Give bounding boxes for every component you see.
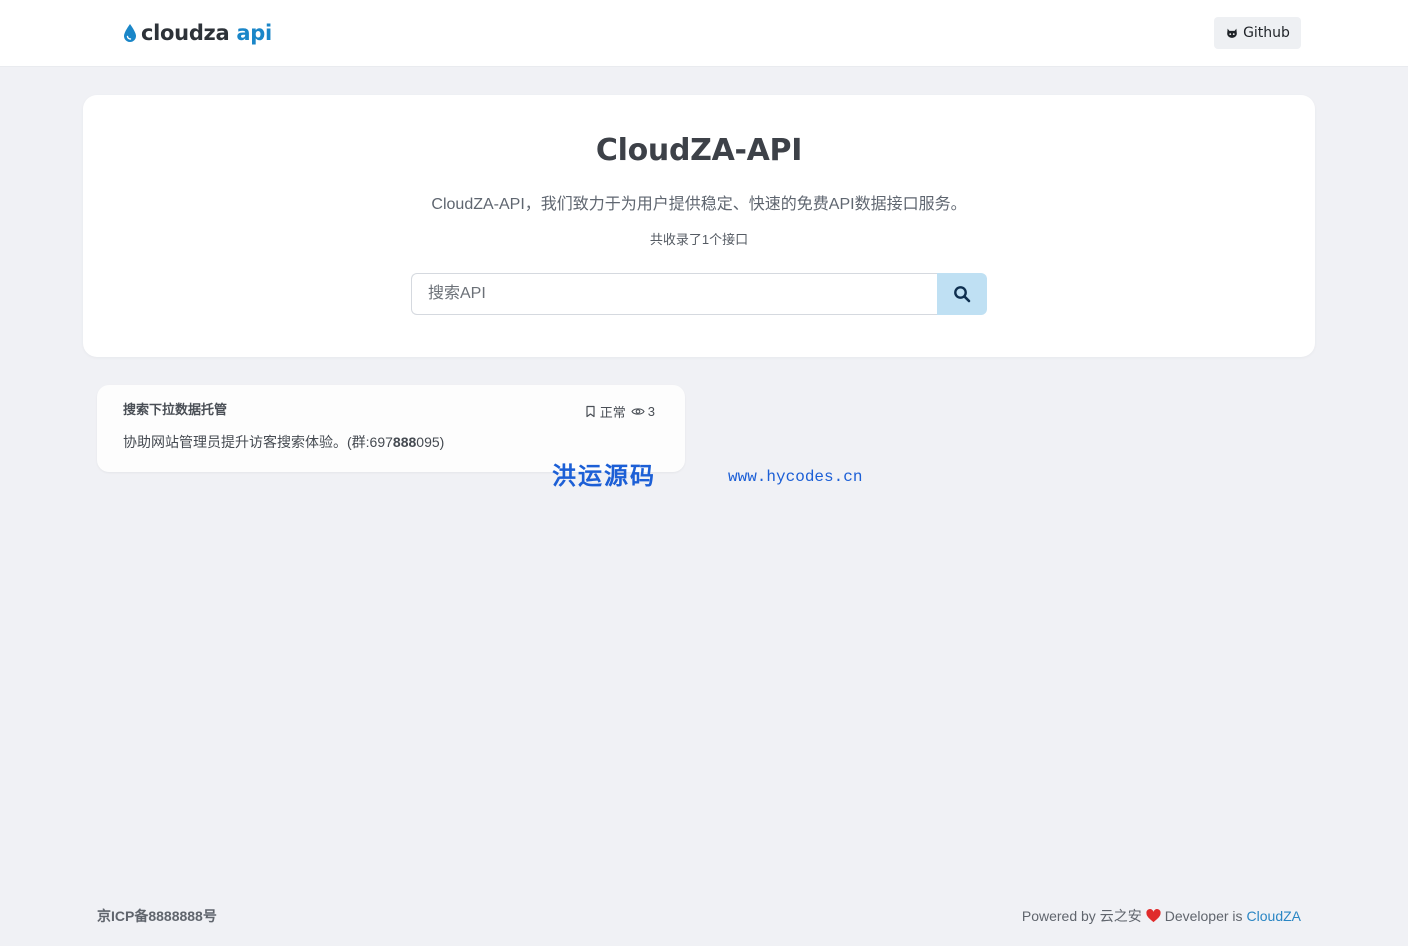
page-title: CloudZA-API — [595, 133, 803, 168]
github-button-label: Github — [1243, 25, 1290, 41]
page-subtitle: CloudZA-API，我们致力于为用户提供稳定、快速的免费API数据接口服务。 — [431, 196, 967, 213]
api-name: 搜索下拉数据托管 — [123, 402, 228, 417]
search-icon — [954, 286, 971, 303]
github-icon — [1227, 28, 1237, 38]
developer-label: Developer is — [1164, 908, 1243, 924]
developer-link[interactable]: CloudZA — [1247, 908, 1301, 924]
github-button[interactable]: Github — [1214, 17, 1301, 49]
hero-card: CloudZA-API CloudZA-API，我们致力于为用户提供稳定、快速的… — [83, 95, 1315, 357]
search-bar — [411, 273, 987, 315]
search-input[interactable] — [411, 273, 937, 315]
logo-text: cloudza api — [141, 21, 272, 45]
water-drop-icon — [124, 24, 136, 42]
api-views: 3 — [647, 404, 655, 419]
watermark-url: www.hycodes.cn — [728, 468, 863, 486]
search-button[interactable] — [937, 273, 987, 315]
api-count-text: 共收录了1个接口 — [649, 232, 749, 247]
footer-credits: Powered by 云之安 Developer is CloudZA — [1022, 906, 1301, 926]
site-logo[interactable]: cloudza api — [123, 18, 272, 48]
bookmark-icon — [586, 405, 595, 418]
powered-by-text: Powered by 云之安 — [1021, 908, 1142, 924]
heart-icon — [1146, 909, 1161, 923]
api-meta: 正常 3 — [584, 402, 655, 421]
icp-record[interactable]: 京ICP备8888888号 — [97, 906, 217, 926]
eye-icon — [631, 408, 645, 415]
api-description: 协助网站管理员提升访客搜索体验。(群:697888095) — [123, 434, 445, 450]
top-navbar: cloudza api Github — [0, 0, 1408, 67]
api-status: 正常 — [599, 405, 626, 420]
watermark-text: 洪运源码 — [552, 461, 656, 490]
